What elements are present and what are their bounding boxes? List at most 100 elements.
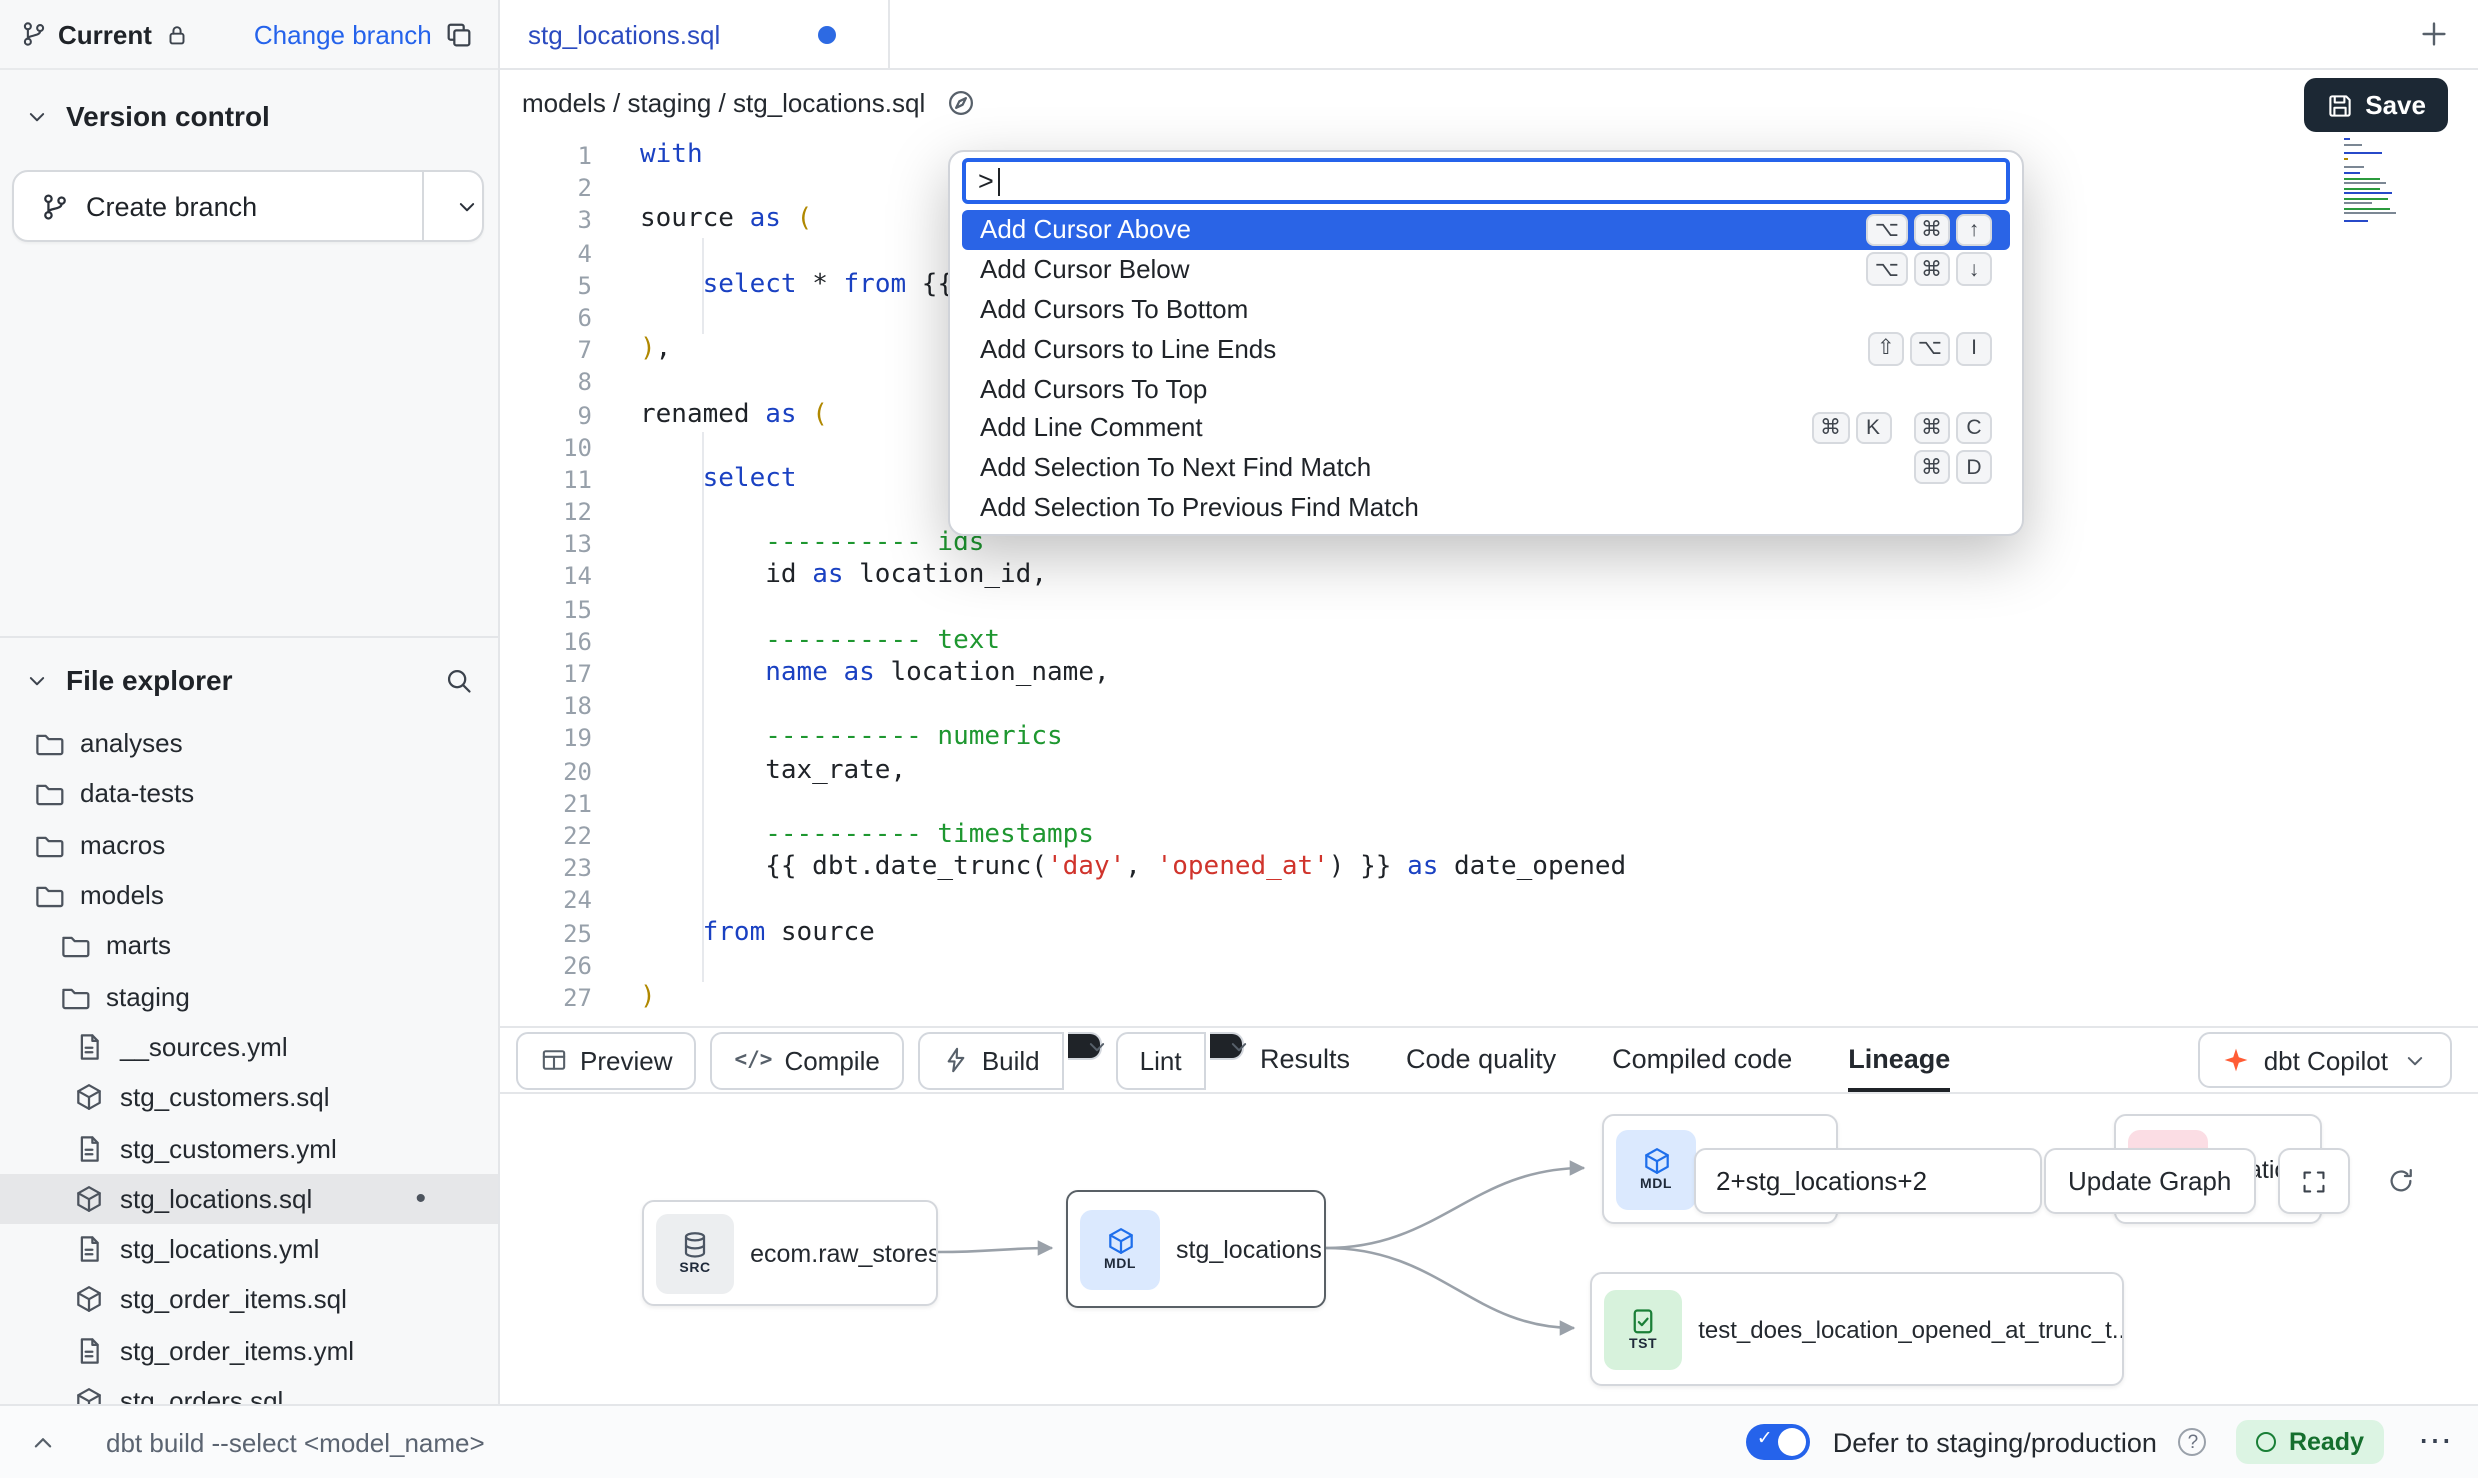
lineage-node-test[interactable]: TST test_does_location_opened_at_trunc_t… xyxy=(1590,1272,2124,1386)
lint-button[interactable]: Lint xyxy=(1116,1031,1206,1089)
file-data-tests[interactable]: data-tests xyxy=(0,769,498,820)
palette-item[interactable]: Add Cursors To Bottom xyxy=(962,289,2010,329)
editor-tab[interactable]: stg_locations.sql xyxy=(500,0,890,68)
code-line: ) xyxy=(640,982,2358,1014)
chevron-up-icon[interactable] xyxy=(28,1427,58,1457)
refresh-button[interactable] xyxy=(2364,1148,2436,1214)
preview-button[interactable]: Preview xyxy=(516,1031,697,1089)
palette-item[interactable]: Add Cursor Above⌥⌘↑ xyxy=(962,210,2010,250)
model-tile: MDL xyxy=(1616,1129,1696,1209)
file-stg_locations.yml[interactable]: stg_locations.yml xyxy=(0,1224,498,1275)
create-branch-button[interactable]: Create branch xyxy=(12,170,484,242)
copy-branch-icon[interactable] xyxy=(444,19,474,49)
build-command: dbt build --select <model_name> xyxy=(106,1427,485,1457)
file-stg_order_items.yml[interactable]: stg_order_items.yml xyxy=(0,1325,498,1376)
result-tabs: Results Code quality Compiled code Lineage xyxy=(1260,1028,1950,1092)
palette-item[interactable]: Add Selection To Next Find Match⌘D xyxy=(962,448,2010,488)
line-number: 16 xyxy=(500,626,640,658)
lineage-panel[interactable]: SRC ecom.raw_stores MDL stg_locations MD… xyxy=(500,1094,2478,1404)
palette-item[interactable]: Add Cursors to Line Ends⇧⌥I xyxy=(962,329,2010,369)
file-marts[interactable]: marts xyxy=(0,920,498,971)
file-label: stg_order_items.sql xyxy=(120,1285,347,1315)
minimap-line xyxy=(2344,145,2362,147)
tab-results[interactable]: Results xyxy=(1260,1028,1350,1092)
file-label: stg_order_items.yml xyxy=(120,1335,354,1365)
shortcut-keys: ⌥⌘↓ xyxy=(1845,253,1992,286)
node-label: ecom.raw_stores xyxy=(750,1239,936,1267)
overflow-menu-icon[interactable]: ⋯ xyxy=(2418,1422,2454,1462)
line-number: 9 xyxy=(500,399,640,431)
help-icon[interactable]: ? xyxy=(2179,1428,2207,1456)
lineage-search-input[interactable]: 2+stg_locations+2 xyxy=(1694,1148,2042,1214)
dbt-copilot-button[interactable]: dbt Copilot xyxy=(2198,1032,2452,1088)
chevron-down-icon xyxy=(1084,1033,1110,1059)
branch-bar: Current Change branch xyxy=(0,0,498,70)
tab-lineage[interactable]: Lineage xyxy=(1848,1028,1950,1092)
change-branch-link[interactable]: Change branch xyxy=(254,19,432,49)
test-tile: TST xyxy=(1604,1289,1682,1369)
folder-icon xyxy=(60,931,90,961)
refresh-icon xyxy=(2385,1166,2415,1196)
code-line: {{ dbt.date_trunc('day', 'opened_at') }}… xyxy=(640,852,2358,884)
palette-item-label: Add Cursors To Top xyxy=(980,373,1207,403)
file-__sources.yml[interactable]: __sources.yml xyxy=(0,1022,498,1073)
save-label: Save xyxy=(2365,90,2426,120)
lint-dropdown[interactable] xyxy=(1210,1031,1244,1059)
file-label: stg_locations.yml xyxy=(120,1234,319,1264)
file-stg_customers.yml[interactable]: stg_customers.yml xyxy=(0,1123,498,1174)
palette-item[interactable]: Add Cursors To Top xyxy=(962,368,2010,408)
tab-compiled-code[interactable]: Compiled code xyxy=(1612,1028,1792,1092)
file-explorer-header[interactable]: File explorer xyxy=(0,650,498,710)
fullscreen-button[interactable] xyxy=(2278,1148,2350,1214)
palette-item[interactable]: Add Line Comment⌘K⌘C xyxy=(962,408,2010,448)
file-label: macros xyxy=(80,829,165,859)
table-icon xyxy=(540,1046,568,1074)
node-label: stg_locations xyxy=(1176,1235,1322,1263)
folder-icon xyxy=(34,829,64,859)
line-number: 21 xyxy=(500,788,640,820)
editor-toolbar: Preview </> Compile Build Lint xyxy=(500,1026,2478,1094)
compass-icon[interactable] xyxy=(945,87,975,117)
key-chip: ⌥ xyxy=(1867,253,1907,286)
defer-toggle[interactable]: ✓ xyxy=(1747,1424,1811,1460)
minimap-line xyxy=(2344,165,2363,167)
version-control-header[interactable]: Version control xyxy=(0,86,498,146)
cube-icon xyxy=(74,1285,104,1315)
chevron-down-icon xyxy=(24,667,50,693)
command-palette: > Add Cursor Above⌥⌘↑Add Cursor Below⌥⌘↓… xyxy=(948,150,2024,536)
status-bar: dbt build --select <model_name> ✓ Defer … xyxy=(0,1404,2478,1478)
lineage-node-source[interactable]: SRC ecom.raw_stores xyxy=(642,1200,938,1306)
build-button[interactable]: Build xyxy=(918,1031,1064,1089)
new-tab-icon[interactable] xyxy=(2418,18,2450,50)
palette-item-label: Add Selection To Previous Find Match xyxy=(980,492,1419,522)
file-staging[interactable]: staging xyxy=(0,971,498,1022)
update-graph-button[interactable]: Update Graph xyxy=(2044,1148,2255,1214)
search-icon[interactable] xyxy=(444,665,474,695)
file-analyses[interactable]: analyses xyxy=(0,718,498,769)
tab-code-quality[interactable]: Code quality xyxy=(1406,1028,1556,1092)
cube-icon xyxy=(74,1184,104,1214)
build-dropdown[interactable] xyxy=(1068,1031,1102,1059)
command-palette-input[interactable]: > xyxy=(962,158,2010,204)
key-chip: D xyxy=(1956,451,1992,484)
toggle-knob xyxy=(1779,1428,1807,1456)
compile-button[interactable]: </> Compile xyxy=(711,1031,904,1089)
file-stg_customers.sql[interactable]: stg_customers.sql xyxy=(0,1072,498,1123)
key-chip: ↑ xyxy=(1956,213,1992,246)
palette-item[interactable]: Add Selection To Previous Find Match xyxy=(962,487,2010,527)
lineage-node-model[interactable]: MDL stg_locations xyxy=(1066,1190,1326,1308)
shortcut-keys: ⌘D xyxy=(1891,451,1992,484)
minimap[interactable] xyxy=(2344,138,2402,226)
file-macros[interactable]: macros xyxy=(0,819,498,870)
file-models[interactable]: models xyxy=(0,870,498,921)
minimap-line xyxy=(2344,172,2360,174)
save-button[interactable]: Save xyxy=(2303,78,2448,132)
tab-title: stg_locations.sql xyxy=(528,19,720,49)
palette-query: > xyxy=(978,166,994,196)
palette-item[interactable]: Add Cursor Below⌥⌘↓ xyxy=(962,250,2010,290)
file-stg_order_items.sql[interactable]: stg_order_items.sql xyxy=(0,1275,498,1326)
file-label: stg_customers.yml xyxy=(120,1133,337,1163)
status-badge: Ready xyxy=(2237,1420,2384,1464)
create-branch-dropdown[interactable] xyxy=(422,172,482,240)
file-stg_locations.sql[interactable]: stg_locations.sql• xyxy=(0,1173,498,1224)
